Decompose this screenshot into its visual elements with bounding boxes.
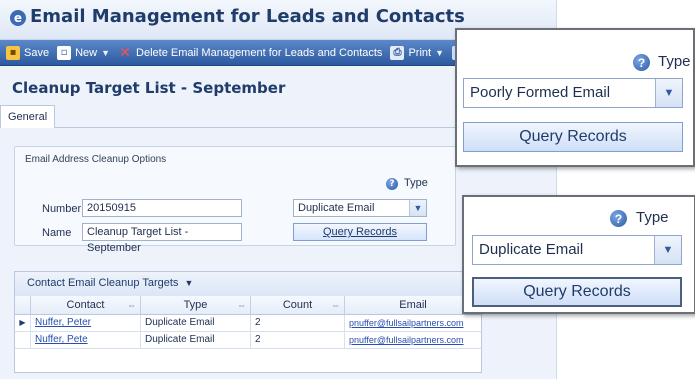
window-title: Email Management for Leads and Contacts bbox=[30, 6, 465, 27]
name-field[interactable]: Cleanup Target List - September bbox=[82, 223, 242, 254]
column-header-label: Count bbox=[282, 299, 313, 311]
chevron-down-icon[interactable]: ▼ bbox=[654, 236, 681, 264]
print-button[interactable]: ⎙ Print ▼ bbox=[390, 45, 444, 60]
save-icon: ▪ bbox=[6, 45, 20, 60]
tab-general[interactable]: General bbox=[0, 105, 56, 128]
table-row[interactable]: Nuffer, Pete Duplicate Email 2 pnuffer@f… bbox=[15, 332, 481, 349]
type-select[interactable]: Duplicate Email ▼ bbox=[472, 235, 682, 265]
type-select-value: Poorly Formed Email bbox=[470, 84, 611, 101]
row-selector[interactable] bbox=[15, 332, 31, 348]
delete-label: Delete Email Management for Leads and Co… bbox=[136, 46, 383, 59]
type-select-value: Duplicate Email bbox=[479, 241, 584, 258]
type-select[interactable]: Duplicate Email ▼ bbox=[293, 199, 427, 217]
grid-title-bar: Contact Email Cleanup Targets ▼ bbox=[15, 272, 481, 297]
email-link[interactable]: pnuffer@fullsailpartners.com bbox=[345, 315, 481, 331]
grid-title[interactable]: Contact Email Cleanup Targets ▼ bbox=[27, 277, 193, 289]
print-icon: ⎙ bbox=[390, 45, 405, 60]
contact-link[interactable]: Nuffer, Pete bbox=[31, 332, 141, 348]
column-filter-icon[interactable]: ⇔ bbox=[127, 296, 136, 314]
save-button[interactable]: ▪ Save bbox=[6, 45, 50, 60]
query-records-button[interactable]: Query Records bbox=[472, 277, 682, 307]
help-icon[interactable]: ? bbox=[633, 54, 650, 71]
cleanup-targets-grid: Contact Email Cleanup Targets ▼ Contact ⇔… bbox=[14, 271, 482, 373]
grid-column-headers: Contact ⇔ Type ⇔ Count ⇔ Email bbox=[15, 296, 481, 315]
type-label: Type bbox=[404, 177, 428, 189]
column-header-label: Email bbox=[399, 299, 427, 311]
table-row[interactable]: ▶ Nuffer, Peter Duplicate Email 2 pnuffe… bbox=[15, 315, 481, 332]
type-select[interactable]: Poorly Formed Email ▼ bbox=[463, 78, 683, 108]
new-document-icon: ▫ bbox=[57, 45, 72, 60]
type-label: Type bbox=[636, 209, 669, 226]
name-label: Name bbox=[42, 227, 72, 239]
delete-button[interactable]: ✕ Delete Email Management for Leads and … bbox=[118, 44, 383, 61]
print-label: Print bbox=[408, 46, 432, 59]
type-cell: Duplicate Email bbox=[141, 332, 251, 348]
count-cell: 2 bbox=[251, 315, 345, 331]
email-link[interactable]: pnuffer@fullsailpartners.com bbox=[345, 332, 481, 348]
chevron-down-icon[interactable]: ▼ bbox=[655, 79, 682, 107]
chevron-down-icon: ▼ bbox=[101, 47, 111, 58]
chevron-down-icon: ▼ bbox=[184, 278, 194, 288]
column-header-email[interactable]: Email bbox=[345, 296, 481, 314]
column-filter-icon[interactable]: ⇔ bbox=[331, 296, 340, 314]
query-records-button[interactable]: Query Records bbox=[463, 122, 683, 152]
count-cell: 2 bbox=[251, 332, 345, 348]
query-records-button[interactable]: Query Records bbox=[293, 223, 427, 241]
new-label: New bbox=[75, 46, 98, 59]
help-icon[interactable]: ? bbox=[610, 210, 627, 227]
zoom-callout-poorly-formed: ? Type Poorly Formed Email ▼ Query Recor… bbox=[455, 28, 695, 167]
column-header-contact[interactable]: Contact ⇔ bbox=[31, 296, 141, 314]
type-cell: Duplicate Email bbox=[141, 315, 251, 331]
record-title: Cleanup Target List - September bbox=[12, 79, 286, 97]
section-label: Email Address Cleanup Options bbox=[22, 154, 170, 165]
save-label: Save bbox=[24, 46, 50, 59]
type-select-value: Duplicate Email bbox=[298, 202, 375, 214]
type-label: Type bbox=[658, 53, 691, 70]
column-header-label: Type bbox=[183, 299, 208, 311]
column-header-label: Contact bbox=[66, 299, 105, 311]
row-selector-header bbox=[15, 296, 31, 314]
contact-link[interactable]: Nuffer, Peter bbox=[31, 315, 141, 331]
email-management-icon: e bbox=[10, 10, 26, 26]
column-header-count[interactable]: Count ⇔ bbox=[251, 296, 345, 314]
delete-icon: ✕ bbox=[119, 44, 131, 61]
row-selected-icon: ▶ bbox=[15, 315, 31, 331]
new-button[interactable]: ▫ New ▼ bbox=[57, 45, 111, 60]
zoom-callout-duplicate: ? Type Duplicate Email ▼ Query Records bbox=[462, 195, 695, 314]
help-icon[interactable]: ? bbox=[386, 178, 398, 190]
chevron-down-icon: ▼ bbox=[435, 47, 444, 58]
number-label: Number bbox=[42, 203, 82, 215]
grid-title-text: Contact Email Cleanup Targets bbox=[27, 277, 179, 289]
column-header-type[interactable]: Type ⇔ bbox=[141, 296, 251, 314]
chevron-down-icon[interactable]: ▼ bbox=[409, 200, 426, 216]
number-field[interactable]: 20150915 bbox=[82, 199, 242, 217]
column-filter-icon[interactable]: ⇔ bbox=[237, 296, 246, 314]
